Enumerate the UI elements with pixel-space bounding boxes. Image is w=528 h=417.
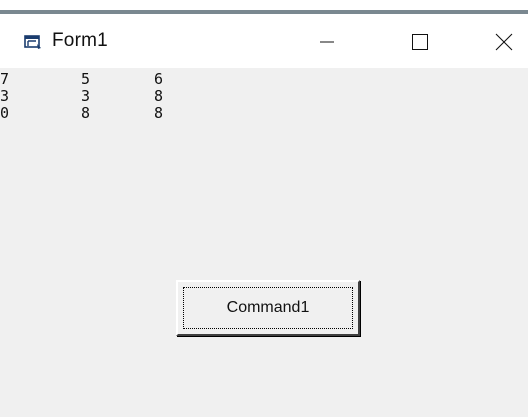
title-bar[interactable]: Form1 [0,14,528,68]
form-icon [24,34,42,50]
output-row: 7 5 6 [0,71,219,88]
window-title: Form1 [52,30,108,51]
output-row: 0 8 8 [0,105,219,122]
command1-button[interactable]: Command1 [176,280,360,336]
output-cell: 5 [81,70,91,88]
output-row: 3 3 8 [0,88,219,105]
output-cell: 7 [0,70,10,88]
output-grid: 7 5 6 3 3 8 0 8 8 [0,71,219,122]
output-cell: 8 [154,104,164,122]
form-client-area: 7 5 6 3 3 8 0 8 8 Command1 [0,68,528,417]
output-cell: 8 [154,87,164,105]
close-icon [495,33,513,51]
maximize-button[interactable] [400,22,440,62]
close-button[interactable] [484,22,524,62]
output-cell: 3 [81,87,91,105]
minimize-button[interactable] [307,22,347,62]
output-cell: 6 [154,70,164,88]
command1-label: Command1 [226,299,310,316]
output-cell: 8 [81,104,91,122]
maximize-icon [412,34,428,50]
output-cell: 0 [0,104,10,122]
output-cell: 3 [0,87,10,105]
minimize-icon [320,41,334,43]
